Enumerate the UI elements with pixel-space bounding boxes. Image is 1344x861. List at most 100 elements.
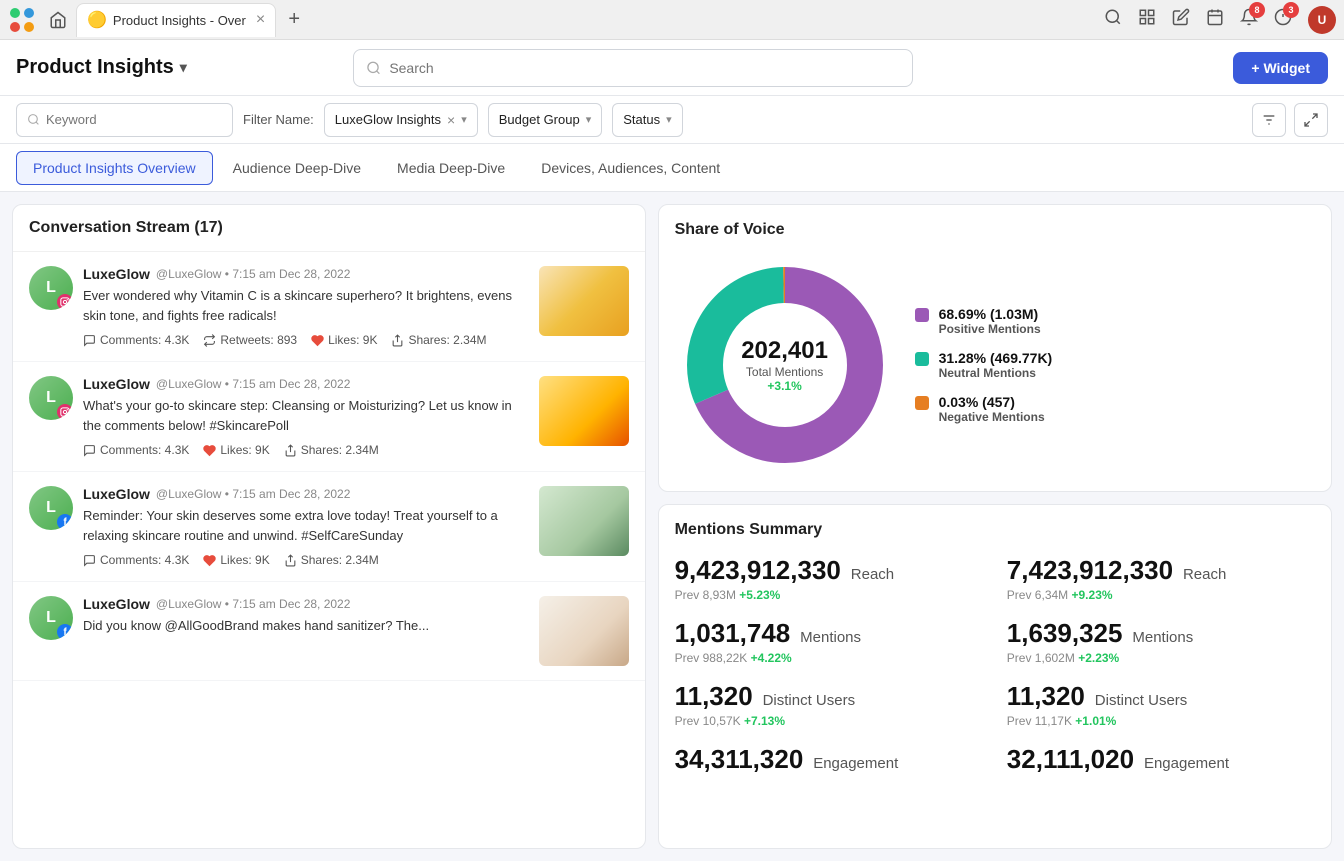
home-tab[interactable] (44, 6, 72, 34)
sov-total-label: Total Mentions (741, 365, 828, 379)
legend-negative: 0.03% (457) Negative Mentions (915, 394, 1053, 424)
comments-stat: Comments: 4.3K (100, 443, 189, 457)
sov-total-value: 202,401 (741, 337, 828, 365)
grid-icon[interactable] (1138, 8, 1156, 31)
filter-name-value: LuxeGlow Insights (335, 112, 441, 127)
legend-text-positive: 68.69% (1.03M) Positive Mentions (939, 306, 1041, 336)
metric-suffix: Distinct Users (763, 692, 856, 709)
post-image (539, 596, 629, 666)
post-author-name: LuxeGlow (83, 486, 150, 502)
filter-name-remove-icon[interactable]: × (447, 112, 455, 128)
metric-mentions-2: 1,639,325 Mentions Prev 1,602M +2.23% (1007, 618, 1315, 665)
active-browser-tab[interactable]: 🟡 Product Insights - Over × (76, 3, 276, 37)
metric-suffix: Distinct Users (1095, 692, 1188, 709)
metric-value: 1,031,748 (675, 618, 791, 648)
metric-distinct-users-2: 11,320 Distinct Users Prev 11,17K +1.01% (1007, 681, 1315, 728)
budget-group-arrow-icon[interactable]: ▾ (586, 113, 592, 126)
alert-badge: 3 (1283, 2, 1299, 18)
keyword-search-icon (27, 113, 40, 126)
shares-stat: Shares: 2.34M (408, 333, 486, 347)
list-item: L f LuxeGlow @LuxeGlow • 7:15 am Dec 28,… (13, 582, 645, 681)
filter-name-label: Filter Name: (243, 112, 314, 127)
metric-suffix: Mentions (1132, 629, 1193, 646)
tab-audience-deep-dive[interactable]: Audience Deep-Dive (217, 152, 377, 184)
shares-stat: Shares: 2.34M (301, 553, 379, 567)
main-content: Conversation Stream (17) L LuxeGlow @Lux… (0, 192, 1344, 861)
comments-stat: Comments: 4.3K (100, 553, 189, 567)
metric-suffix: Reach (851, 566, 894, 583)
app-title-text: Product Insights (16, 56, 174, 79)
share-of-voice-panel: Share of Voice 202,401 Total Mentions (658, 204, 1332, 492)
post-author-name: LuxeGlow (83, 376, 150, 392)
positive-label: Positive Mentions (939, 322, 1041, 336)
post-handle-time: @LuxeGlow • 7:15 am Dec 28, 2022 (156, 377, 351, 391)
filter-name-arrow-icon[interactable]: ▾ (461, 113, 467, 126)
metric-prev: Prev 10,57K +7.13% (675, 714, 983, 728)
negative-label: Negative Mentions (939, 410, 1045, 424)
filter-options-button[interactable] (1252, 103, 1286, 137)
post-image (539, 266, 629, 336)
list-item: L f LuxeGlow @LuxeGlow • 7:15 am Dec 28,… (13, 472, 645, 582)
metric-suffix: Engagement (813, 755, 898, 772)
conversation-stream-count: (17) (194, 219, 222, 236)
metric-value: 32,111,020 (1007, 744, 1134, 774)
browser-search-icon[interactable] (1104, 8, 1122, 31)
metric-value: 34,311,320 (675, 744, 804, 774)
metric-engagement-1: 34,311,320 Engagement (675, 744, 983, 775)
metric-suffix: Reach (1183, 566, 1226, 583)
avatar: L (29, 266, 73, 310)
user-avatar[interactable]: U (1308, 6, 1336, 34)
new-tab-button[interactable]: + (280, 6, 308, 34)
avatar: L (29, 376, 73, 420)
filter-name-chip[interactable]: LuxeGlow Insights × ▾ (324, 103, 478, 137)
metric-suffix: Mentions (800, 629, 861, 646)
retweets-stat: Retweets: 893 (220, 333, 297, 347)
metric-prev: Prev 6,34M +9.23% (1007, 588, 1315, 602)
status-label: Status (623, 112, 660, 127)
expand-button[interactable] (1294, 103, 1328, 137)
platform-badge-facebook: f (57, 514, 73, 530)
status-filter[interactable]: Status ▾ (612, 103, 682, 137)
list-item: L LuxeGlow @LuxeGlow • 7:15 am Dec 28, 2… (13, 252, 645, 362)
post-body: LuxeGlow @LuxeGlow • 7:15 am Dec 28, 202… (83, 486, 529, 567)
calendar-icon[interactable] (1206, 8, 1224, 31)
tab-media-deep-dive[interactable]: Media Deep-Dive (381, 152, 521, 184)
tab-favicon: 🟡 (87, 10, 107, 30)
post-author-name: LuxeGlow (83, 266, 150, 282)
search-input[interactable] (389, 60, 900, 76)
post-image (539, 486, 629, 556)
sov-change: +3.1% (741, 379, 828, 393)
tab-product-insights-overview[interactable]: Product Insights Overview (16, 151, 213, 185)
neutral-pct: 31.28% (469.77K) (939, 350, 1053, 366)
post-text: Did you know @AllGoodBrand makes hand sa… (83, 616, 529, 636)
right-panel: Share of Voice 202,401 Total Mentions (658, 204, 1332, 849)
metric-prev: Prev 1,602M +2.23% (1007, 651, 1315, 665)
edit-icon[interactable] (1172, 8, 1190, 31)
close-tab-icon[interactable]: × (256, 11, 265, 29)
post-handle-time: @LuxeGlow • 7:15 am Dec 28, 2022 (156, 487, 351, 501)
list-item: L LuxeGlow @LuxeGlow • 7:15 am Dec 28, 2… (13, 362, 645, 472)
metric-value: 11,320 (1007, 681, 1085, 711)
budget-group-label: Budget Group (499, 112, 580, 127)
sov-donut-chart: 202,401 Total Mentions +3.1% (675, 255, 895, 475)
post-text: Reminder: Your skin deserves some extra … (83, 506, 529, 545)
negative-pct: 0.03% (457) (939, 394, 1045, 410)
keyword-filter[interactable] (16, 103, 233, 137)
app-title[interactable]: Product Insights ▾ (16, 56, 187, 79)
conversation-list: L LuxeGlow @LuxeGlow • 7:15 am Dec 28, 2… (13, 252, 645, 848)
post-text: Ever wondered why Vitamin C is a skincar… (83, 286, 529, 325)
legend-neutral: 31.28% (469.77K) Neutral Mentions (915, 350, 1053, 380)
notification-bell-icon[interactable]: 8 (1240, 8, 1258, 31)
status-arrow-icon[interactable]: ▾ (666, 113, 672, 126)
expand-icon (1303, 112, 1319, 128)
tab-devices-audiences-content[interactable]: Devices, Audiences, Content (525, 152, 736, 184)
post-body: LuxeGlow @LuxeGlow • 7:15 am Dec 28, 202… (83, 376, 529, 457)
budget-group-filter[interactable]: Budget Group ▾ (488, 103, 602, 137)
alert-icon[interactable]: 3 (1274, 8, 1292, 31)
keyword-input[interactable] (46, 112, 222, 127)
metric-suffix: Engagement (1144, 755, 1229, 772)
widget-button[interactable]: + Widget (1233, 52, 1328, 84)
metric-reach-2: 7,423,912,330 Reach Prev 6,34M +9.23% (1007, 555, 1315, 602)
share-of-voice-title: Share of Voice (675, 221, 1315, 239)
metric-mentions-1: 1,031,748 Mentions Prev 988,22K +4.22% (675, 618, 983, 665)
